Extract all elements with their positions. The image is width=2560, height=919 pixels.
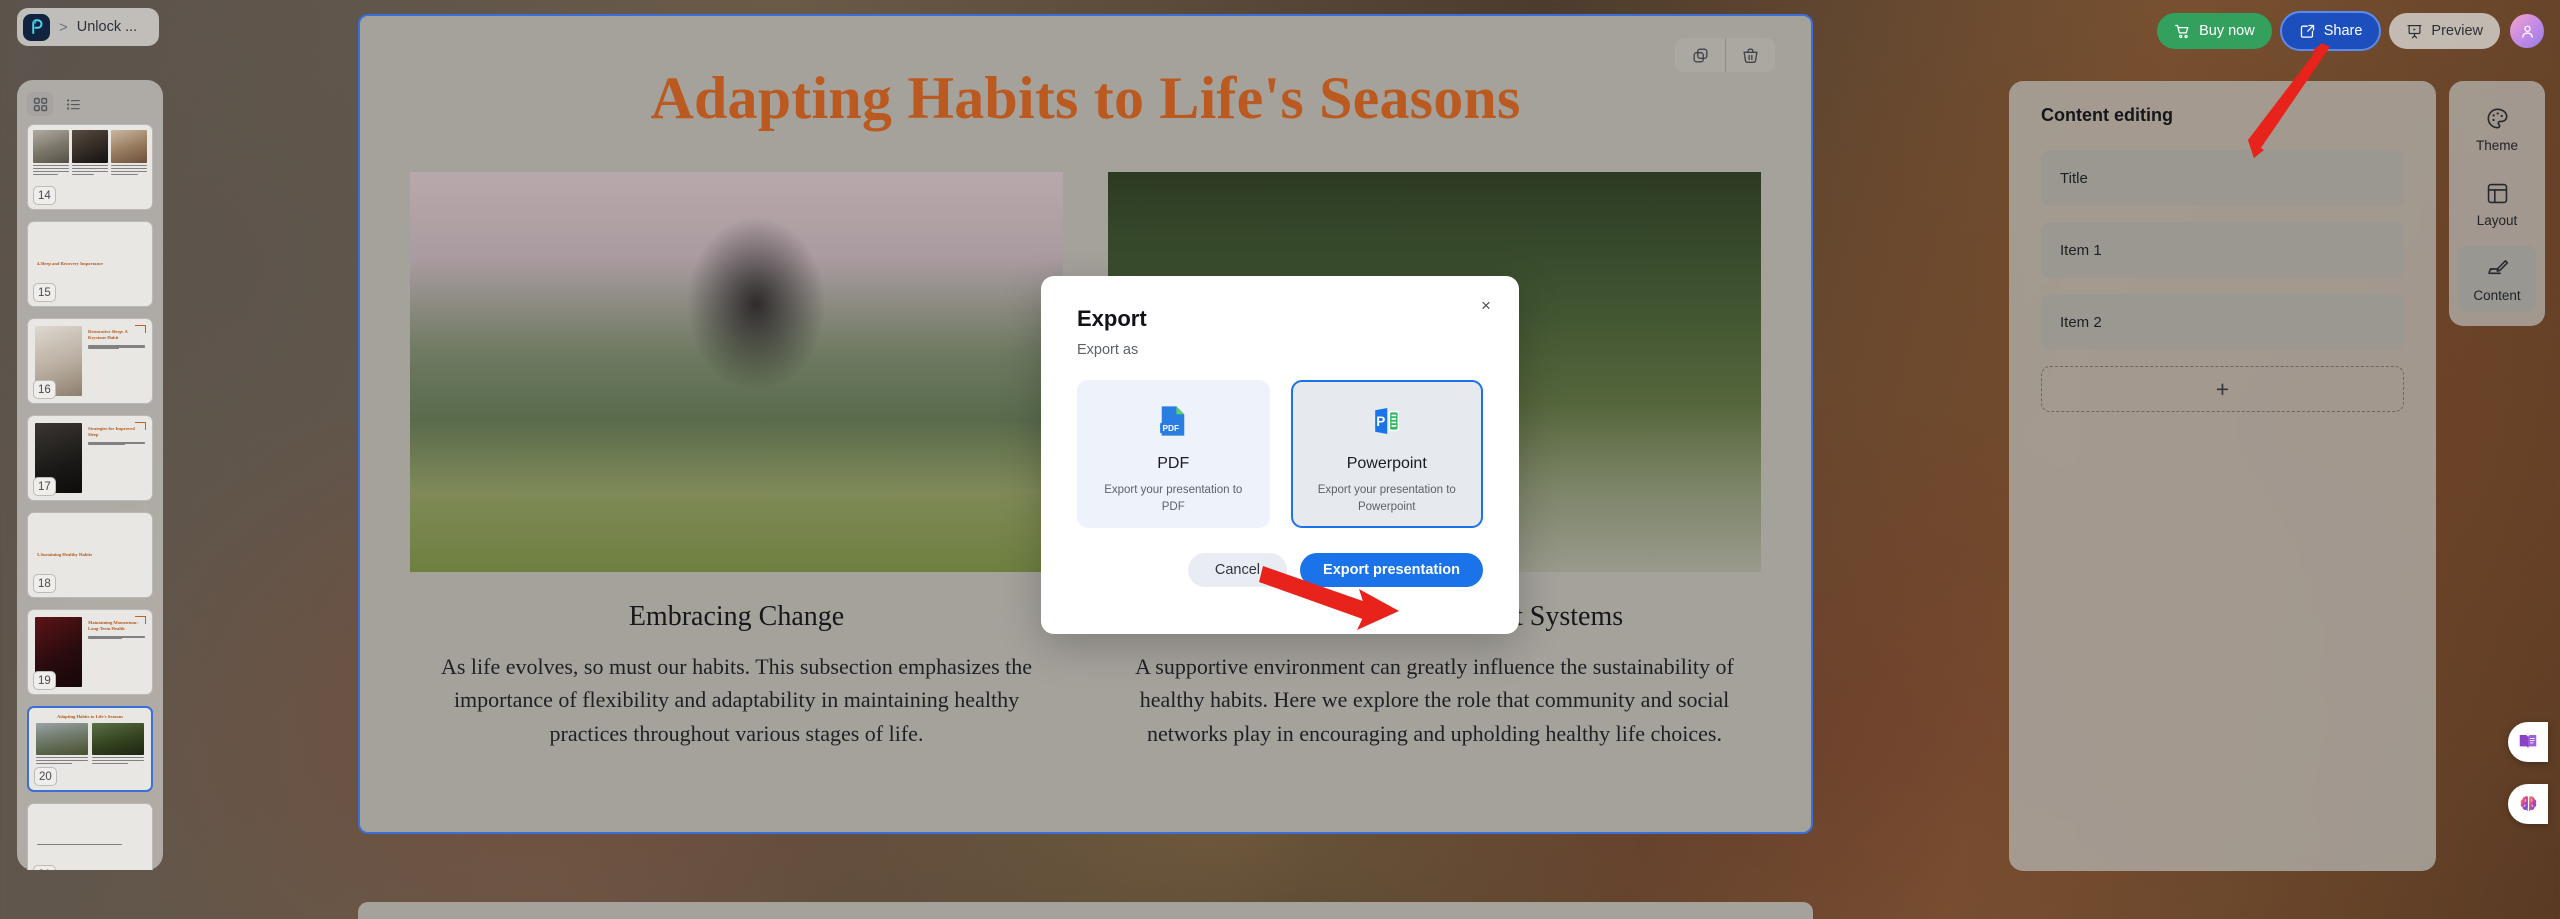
powerpoint-file-icon: P [1374, 407, 1399, 435]
cancel-label: Cancel [1214, 562, 1261, 578]
export-presentation-button[interactable]: Export presentation [1300, 553, 1483, 587]
cancel-button[interactable]: Cancel [1187, 553, 1288, 587]
export-label: Export presentation [1323, 562, 1460, 578]
dialog-title: Export [1077, 306, 1147, 331]
close-icon[interactable]: × [1475, 295, 1497, 317]
svg-text:PDF: PDF [1163, 423, 1180, 433]
export-option-powerpoint[interactable]: P Powerpoint Export your presentation to… [1290, 380, 1483, 528]
svg-text:P: P [1376, 414, 1385, 429]
export-option-description: Export your presentation to PDF [1104, 484, 1243, 513]
dialog-footer: Cancel Export presentation [1077, 553, 1483, 587]
export-option-name: Powerpoint [1346, 455, 1427, 472]
export-dialog: × Export Export as PDF PDF Export your p… [1041, 276, 1519, 634]
export-option-name: PDF [1157, 455, 1190, 472]
export-option-description: Export your presentation to Powerpoint [1317, 484, 1456, 513]
export-option-pdf[interactable]: PDF PDF Export your presentation to PDF [1077, 380, 1270, 528]
dialog-subtitle: Export as [1077, 342, 1139, 358]
export-format-options: PDF PDF Export your presentation to PDF … [1077, 380, 1483, 528]
pdf-file-icon: PDF [1160, 406, 1185, 436]
